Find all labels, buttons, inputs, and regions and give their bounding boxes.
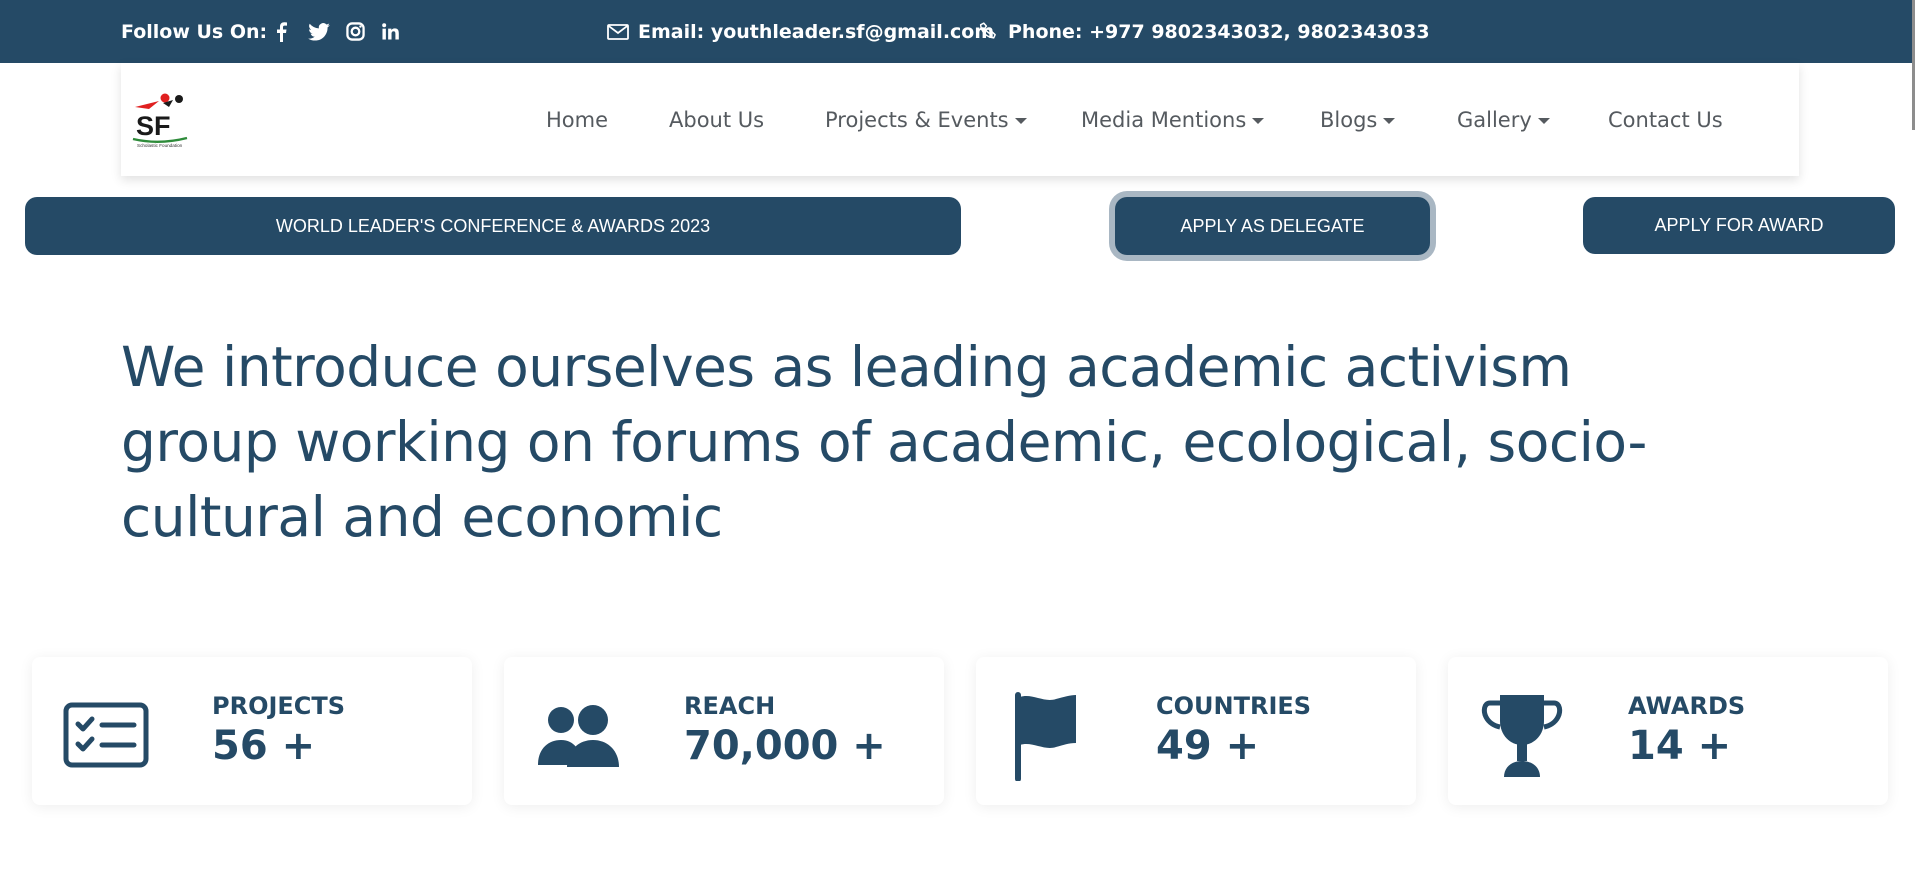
stat-label: COUNTRIES: [1156, 692, 1312, 720]
users-icon: [534, 691, 624, 781]
chevron-down-icon: [1252, 117, 1265, 124]
envelope-icon: [607, 23, 629, 40]
nav-projects-label: Projects & Events: [825, 107, 1009, 132]
site-logo[interactable]: SF Scholastic Foundation: [129, 87, 191, 149]
stat-label: AWARDS: [1628, 692, 1746, 720]
hero-line-2: group working on forums of academic, eco…: [121, 410, 1647, 474]
nav-blogs-label: Blogs: [1320, 107, 1378, 132]
nav-media-label: Media Mentions: [1081, 107, 1247, 132]
stat-label: PROJECTS: [212, 692, 346, 720]
nav-media-mentions[interactable]: Media Mentions: [1081, 63, 1265, 176]
chevron-down-icon: [1014, 117, 1027, 124]
stat-card-awards: AWARDS 14 +: [1448, 657, 1888, 805]
nav-home[interactable]: Home: [546, 63, 608, 176]
phone-contact[interactable]: Phone: +977 9802343032, 9802343033: [978, 0, 1430, 63]
nav-about-label: About Us: [669, 107, 765, 132]
nav-contact-label: Contact Us: [1608, 107, 1723, 132]
chevron-down-icon: [1383, 117, 1396, 124]
nav-gallery-label: Gallery: [1457, 107, 1532, 132]
twitter-icon[interactable]: [306, 0, 332, 63]
email-text: Email: youthleader.sf@gmail.com: [638, 20, 995, 43]
apply-delegate-button[interactable]: APPLY AS DELEGATE: [1115, 197, 1430, 255]
stat-value: 70,000 +: [684, 723, 886, 769]
nav-about[interactable]: About Us: [669, 63, 764, 176]
svg-text:Scholastic Foundation: Scholastic Foundation: [137, 143, 183, 148]
instagram-icon[interactable]: [342, 0, 368, 63]
navbar: SF Scholastic Foundation Home About Us P…: [121, 63, 1799, 176]
nav-contact[interactable]: Contact Us: [1608, 63, 1723, 176]
hero-line-3: cultural and economic: [121, 485, 723, 549]
phone-icon: [979, 22, 996, 39]
nav-blogs[interactable]: Blogs: [1320, 63, 1396, 176]
svg-text:SF: SF: [136, 111, 171, 141]
checklist-icon: [62, 691, 152, 781]
nav-home-label: Home: [546, 107, 609, 132]
flag-icon: [1006, 691, 1096, 782]
email-contact[interactable]: Email: youthleader.sf@gmail.com: [607, 0, 994, 63]
stat-card-projects: PROJECTS 56 +: [32, 657, 472, 805]
stat-card-countries: COUNTRIES 49 +: [976, 657, 1416, 805]
chevron-down-icon: [1537, 117, 1550, 124]
nav-projects-events[interactable]: Projects & Events: [825, 63, 1027, 176]
stat-value: 14 +: [1628, 723, 1732, 769]
stat-label: REACH: [684, 692, 776, 720]
nav-gallery[interactable]: Gallery: [1457, 63, 1550, 176]
stat-value: 49 +: [1156, 723, 1260, 769]
linkedin-icon[interactable]: [377, 0, 403, 63]
trophy-icon: [1478, 691, 1568, 781]
phone-text: Phone: +977 9802343032, 9802343033: [1008, 20, 1430, 43]
facebook-icon[interactable]: [268, 0, 294, 63]
stat-value: 56 +: [212, 723, 316, 769]
conference-button[interactable]: WORLD LEADER'S CONFERENCE & AWARDS 2023: [25, 197, 961, 255]
top-bar: Follow Us On: Email: youthleader.sf@gmai…: [0, 0, 1915, 63]
stat-card-reach: REACH 70,000 +: [504, 657, 944, 805]
hero-line-1: We introduce ourselves as leading academ…: [121, 335, 1572, 399]
hero-heading: We introduce ourselves as leading academ…: [121, 330, 1821, 555]
apply-award-button[interactable]: APPLY FOR AWARD: [1583, 197, 1895, 254]
follow-us-label: Follow Us On:: [121, 20, 268, 43]
